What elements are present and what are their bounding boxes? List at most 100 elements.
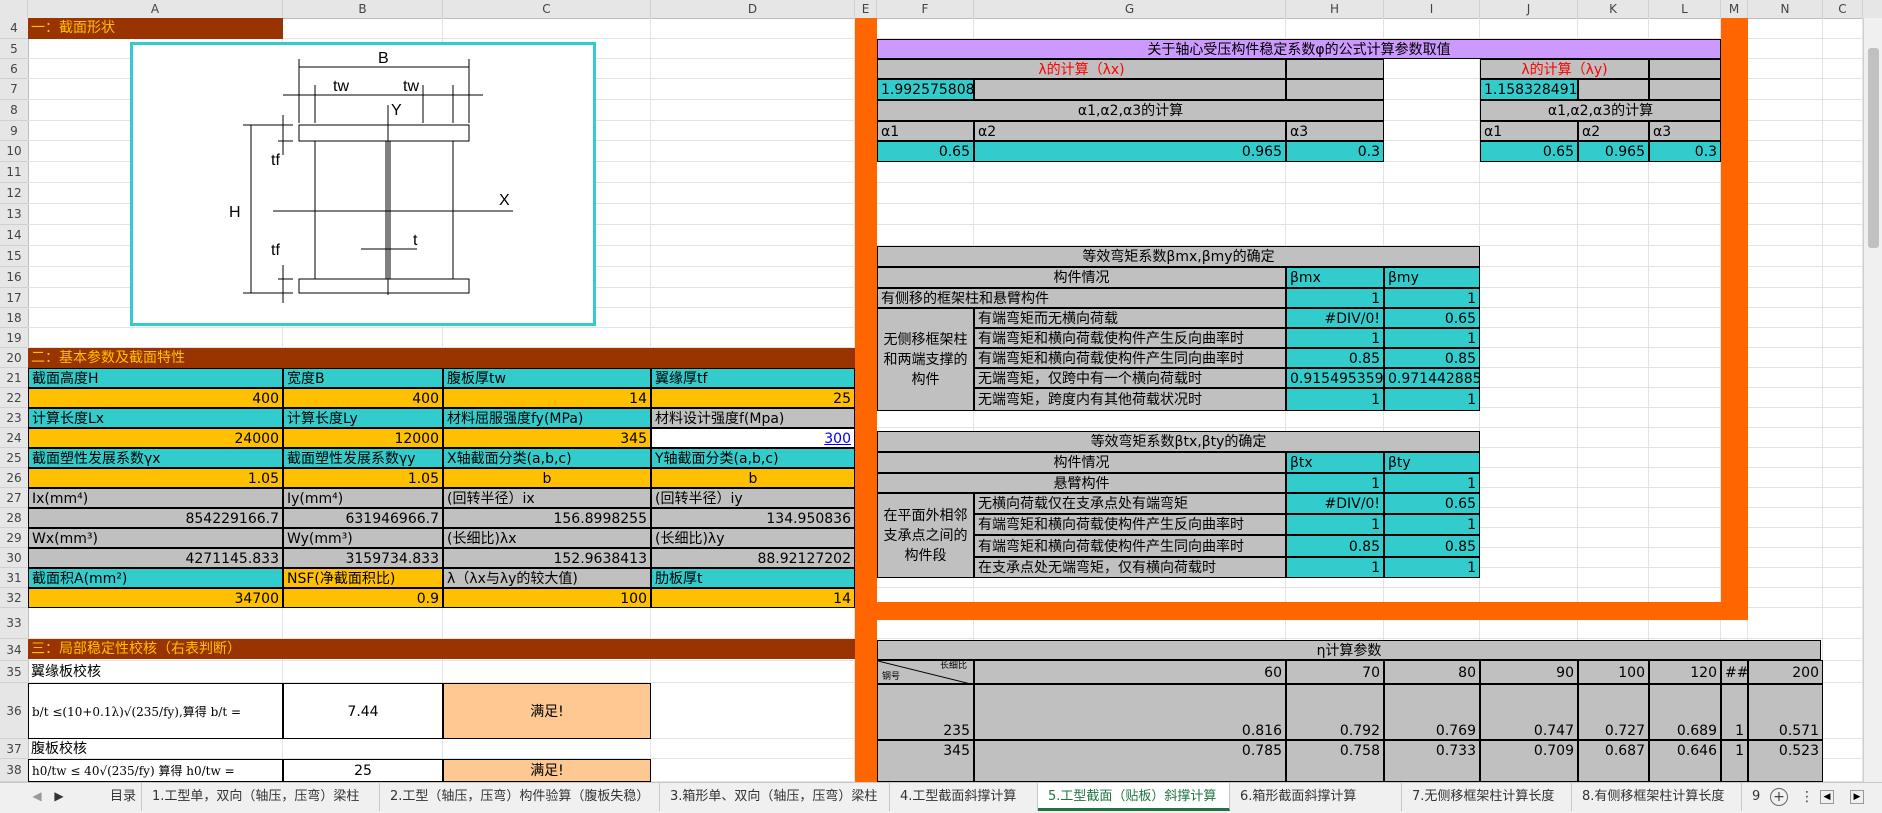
beta-m-row-3-t[interactable]: 无端弯矩，仅跨中有一个横向荷载时 [974, 368, 1286, 388]
param-r22-c2[interactable]: 14 [443, 388, 651, 408]
beta-t-row-1-v1[interactable]: 1 [1286, 514, 1384, 535]
row-header-10[interactable]: 10 [0, 141, 28, 162]
eta-row-key-0[interactable]: 235 [877, 684, 974, 740]
row-header-8[interactable]: 8 [0, 100, 28, 121]
param-r30-c0[interactable]: 4271145.833 [28, 548, 283, 568]
alpha-y-title[interactable]: α1,α2,α3的计算 [1480, 100, 1721, 121]
eta-cell-0-6[interactable]: 1 [1721, 684, 1748, 740]
col-header-J[interactable]: J [1480, 0, 1578, 18]
eta-cell-0-1[interactable]: 0.792 [1286, 684, 1384, 740]
eta-cell-1-7[interactable]: 0.523 [1748, 740, 1823, 782]
hscroll-right-icon[interactable]: ▶ [1850, 790, 1864, 804]
param-r23-c0[interactable]: 计算长度Lx [28, 408, 283, 428]
beta-m-row-4-v2[interactable]: 1 [1384, 388, 1480, 411]
param-r25-c0[interactable]: 截面塑性发展系数γx [28, 448, 283, 468]
param-r23-c1[interactable]: 计算长度Ly [283, 408, 443, 428]
beta-m-row-2-v1[interactable]: 0.85 [1286, 348, 1384, 368]
beta-t-row-0-v1[interactable]: #DIV/0! [1286, 493, 1384, 514]
eta-cell-1-5[interactable]: 0.646 [1649, 740, 1721, 782]
beta-tx-header[interactable]: βtx [1286, 452, 1384, 473]
flange-value[interactable]: 7.44 [283, 683, 443, 739]
col-header-H[interactable]: H [1286, 0, 1384, 18]
lambda-x-title[interactable]: λ的计算（λx) [877, 59, 1286, 79]
alpha3-y-value[interactable]: 0.3 [1649, 141, 1721, 162]
beta-m-row-4-t[interactable]: 无端弯矩，跨度内有其他荷载状况时 [974, 388, 1286, 411]
beta-m-row-1-v1[interactable]: 1 [1286, 328, 1384, 348]
beta-m-row-4-v1[interactable]: 1 [1286, 388, 1384, 411]
param-r21-c2[interactable]: 腹板厚tw [443, 368, 651, 388]
param-r27-c0[interactable]: Ix(mm⁴) [28, 488, 283, 508]
param-r24-c1[interactable]: 12000 [283, 428, 443, 448]
col-header-C[interactable]: C [443, 0, 651, 18]
param-r29-c2[interactable]: (长细比)λx [443, 528, 651, 548]
beta-t-row-3-v2[interactable]: 1 [1384, 557, 1480, 578]
beta-m-sway-x[interactable]: 1 [1286, 288, 1384, 308]
section-title-local-stability[interactable]: 三：局部稳定性校核（右表判断） [28, 639, 855, 659]
param-r25-c1[interactable]: 截面塑性发展系数γy [283, 448, 443, 468]
hscroll-left-icon[interactable]: ◀ [1820, 790, 1834, 804]
beta-t-row-2-v1[interactable]: 0.85 [1286, 535, 1384, 557]
col-header-G[interactable]: G [974, 0, 1286, 18]
vertical-scrollbar[interactable] [1863, 18, 1882, 782]
sheet-nav-next-icon[interactable]: ▶ [52, 789, 66, 805]
beta-t-cond-header[interactable]: 构件情况 [877, 452, 1286, 473]
param-r26-c3[interactable]: b [651, 468, 855, 488]
eta-col-header-1[interactable]: 70 [1286, 660, 1384, 684]
beta-m-row-1-v2[interactable]: 1 [1384, 328, 1480, 348]
beta-t-row-1-t[interactable]: 有端弯矩和横向荷载使构件产生反向曲率时 [974, 514, 1286, 535]
beta-t-row-3-t[interactable]: 在支承点处无端弯矩，仅有横向荷载时 [974, 557, 1286, 578]
row-header-23[interactable]: 23 [0, 408, 28, 428]
param-r26-c0[interactable]: 1.05 [28, 468, 283, 488]
param-r25-c3[interactable]: Y轴截面分类(a,b,c) [651, 448, 855, 468]
alpha2-y-value[interactable]: 0.965 [1578, 141, 1649, 162]
eta-cell-0-4[interactable]: 0.727 [1578, 684, 1649, 740]
eta-row-key-1[interactable]: 345 [877, 740, 974, 782]
param-r24-c0[interactable]: 24000 [28, 428, 283, 448]
beta-m-nonsway-label[interactable]: 无侧移框架柱和两端支撑的构件 [877, 308, 974, 411]
beta-m-sway-y[interactable]: 1 [1384, 288, 1480, 308]
lambda-y-l[interactable] [1649, 59, 1721, 79]
row-header-13[interactable]: 13 [0, 204, 28, 225]
param-r29-c0[interactable]: Wx(mm³) [28, 528, 283, 548]
scroll-thumb[interactable] [1868, 48, 1879, 248]
lambda-x-g[interactable] [974, 79, 1286, 100]
param-r32-c2[interactable]: 100 [443, 588, 651, 608]
param-r30-c1[interactable]: 3159734.833 [283, 548, 443, 568]
eta-cell-0-7[interactable]: 0.571 [1748, 684, 1823, 740]
param-r23-c3[interactable]: 材料设计强度f(Mpa) [651, 408, 855, 428]
add-sheet-icon[interactable]: + [1770, 788, 1788, 806]
beta-m-row-0-t[interactable]: 有端弯矩而无横向荷载 [974, 308, 1286, 328]
row-header-12[interactable]: 12 [0, 183, 28, 204]
beta-m-row-2-v2[interactable]: 0.85 [1384, 348, 1480, 368]
alpha1-x-label[interactable]: α1 [877, 121, 974, 141]
param-r28-c0[interactable]: 854229166.7 [28, 508, 283, 528]
lambda-y-k[interactable] [1578, 79, 1649, 100]
alpha2-y-label[interactable]: α2 [1578, 121, 1649, 141]
sheet-tab-2[interactable]: 2.工型（轴压，压弯）构件验算（腹板失稳） [380, 783, 660, 811]
row-header-14[interactable]: 14 [0, 225, 28, 246]
beta-m-row-3-v2[interactable]: 0.971442885 [1384, 368, 1480, 388]
beta-ty-header[interactable]: βty [1384, 452, 1480, 473]
row-header-26[interactable]: 26 [0, 468, 28, 488]
beta-m-title[interactable]: 等效弯矩系数βmx,βmy的确定 [877, 246, 1480, 267]
alpha1-y-value[interactable]: 0.65 [1480, 141, 1578, 162]
row-header-25[interactable]: 25 [0, 448, 28, 468]
row-header-4[interactable]: 4 [0, 18, 28, 39]
row-header-15[interactable]: 15 [0, 246, 28, 267]
col-header-F[interactable]: F [877, 0, 974, 18]
eta-cell-1-0[interactable]: 0.785 [974, 740, 1286, 782]
beta-t-row-3-v1[interactable]: 1 [1286, 557, 1384, 578]
beta-t-row-2-v2[interactable]: 0.85 [1384, 535, 1480, 557]
eta-cell-1-4[interactable]: 0.687 [1578, 740, 1649, 782]
beta-t-cant-y[interactable]: 1 [1384, 473, 1480, 493]
alpha2-x-label[interactable]: α2 [974, 121, 1286, 141]
row-header-17[interactable]: 17 [0, 288, 28, 308]
param-r21-c1[interactable]: 宽度B [283, 368, 443, 388]
param-r22-c0[interactable]: 400 [28, 388, 283, 408]
param-r28-c2[interactable]: 156.8998255 [443, 508, 651, 528]
row-header-22[interactable]: 22 [0, 388, 28, 408]
beta-t-cant-label[interactable]: 悬臂构件 [877, 473, 1286, 493]
col-header-N[interactable]: N [1748, 0, 1823, 18]
row-header-28[interactable]: 28 [0, 508, 28, 528]
flange-check-label[interactable]: 翼缘板校核 [28, 661, 283, 683]
